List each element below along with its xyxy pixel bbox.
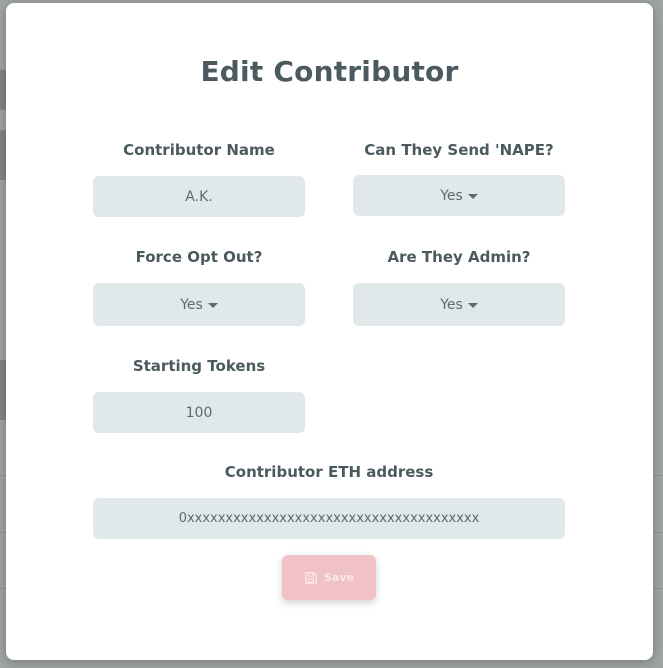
can-send-label: Can They Send 'NAPE? (364, 141, 554, 159)
force-opt-out-value: Yes (180, 296, 203, 313)
starting-tokens-input[interactable] (93, 392, 305, 433)
contributor-name-label: Contributor Name (123, 141, 275, 159)
caret-down-icon (207, 303, 218, 308)
save-label: Save (324, 571, 354, 584)
force-opt-out-select[interactable]: Yes (93, 283, 305, 326)
modal-title: Edit Contributor (200, 55, 459, 88)
is-admin-select[interactable]: Yes (353, 283, 565, 326)
contributor-name-input[interactable] (93, 176, 305, 217)
caret-down-icon (467, 303, 478, 308)
starting-tokens-label: Starting Tokens (132, 357, 266, 375)
is-admin-label: Are They Admin? (387, 248, 531, 266)
eth-address-label: Contributor ETH address (224, 463, 434, 481)
floppy-disk-icon (305, 571, 317, 584)
force-opt-out-label: Force Opt Out? (135, 248, 263, 266)
can-send-select[interactable]: Yes (353, 175, 565, 216)
is-admin-value: Yes (440, 296, 463, 313)
caret-down-icon (467, 194, 478, 199)
save-button[interactable]: Save (282, 555, 376, 600)
eth-address-input[interactable] (93, 498, 565, 539)
edit-contributor-modal: Edit Contributor Contributor Name Can Th… (6, 3, 653, 660)
can-send-value: Yes (440, 187, 463, 204)
